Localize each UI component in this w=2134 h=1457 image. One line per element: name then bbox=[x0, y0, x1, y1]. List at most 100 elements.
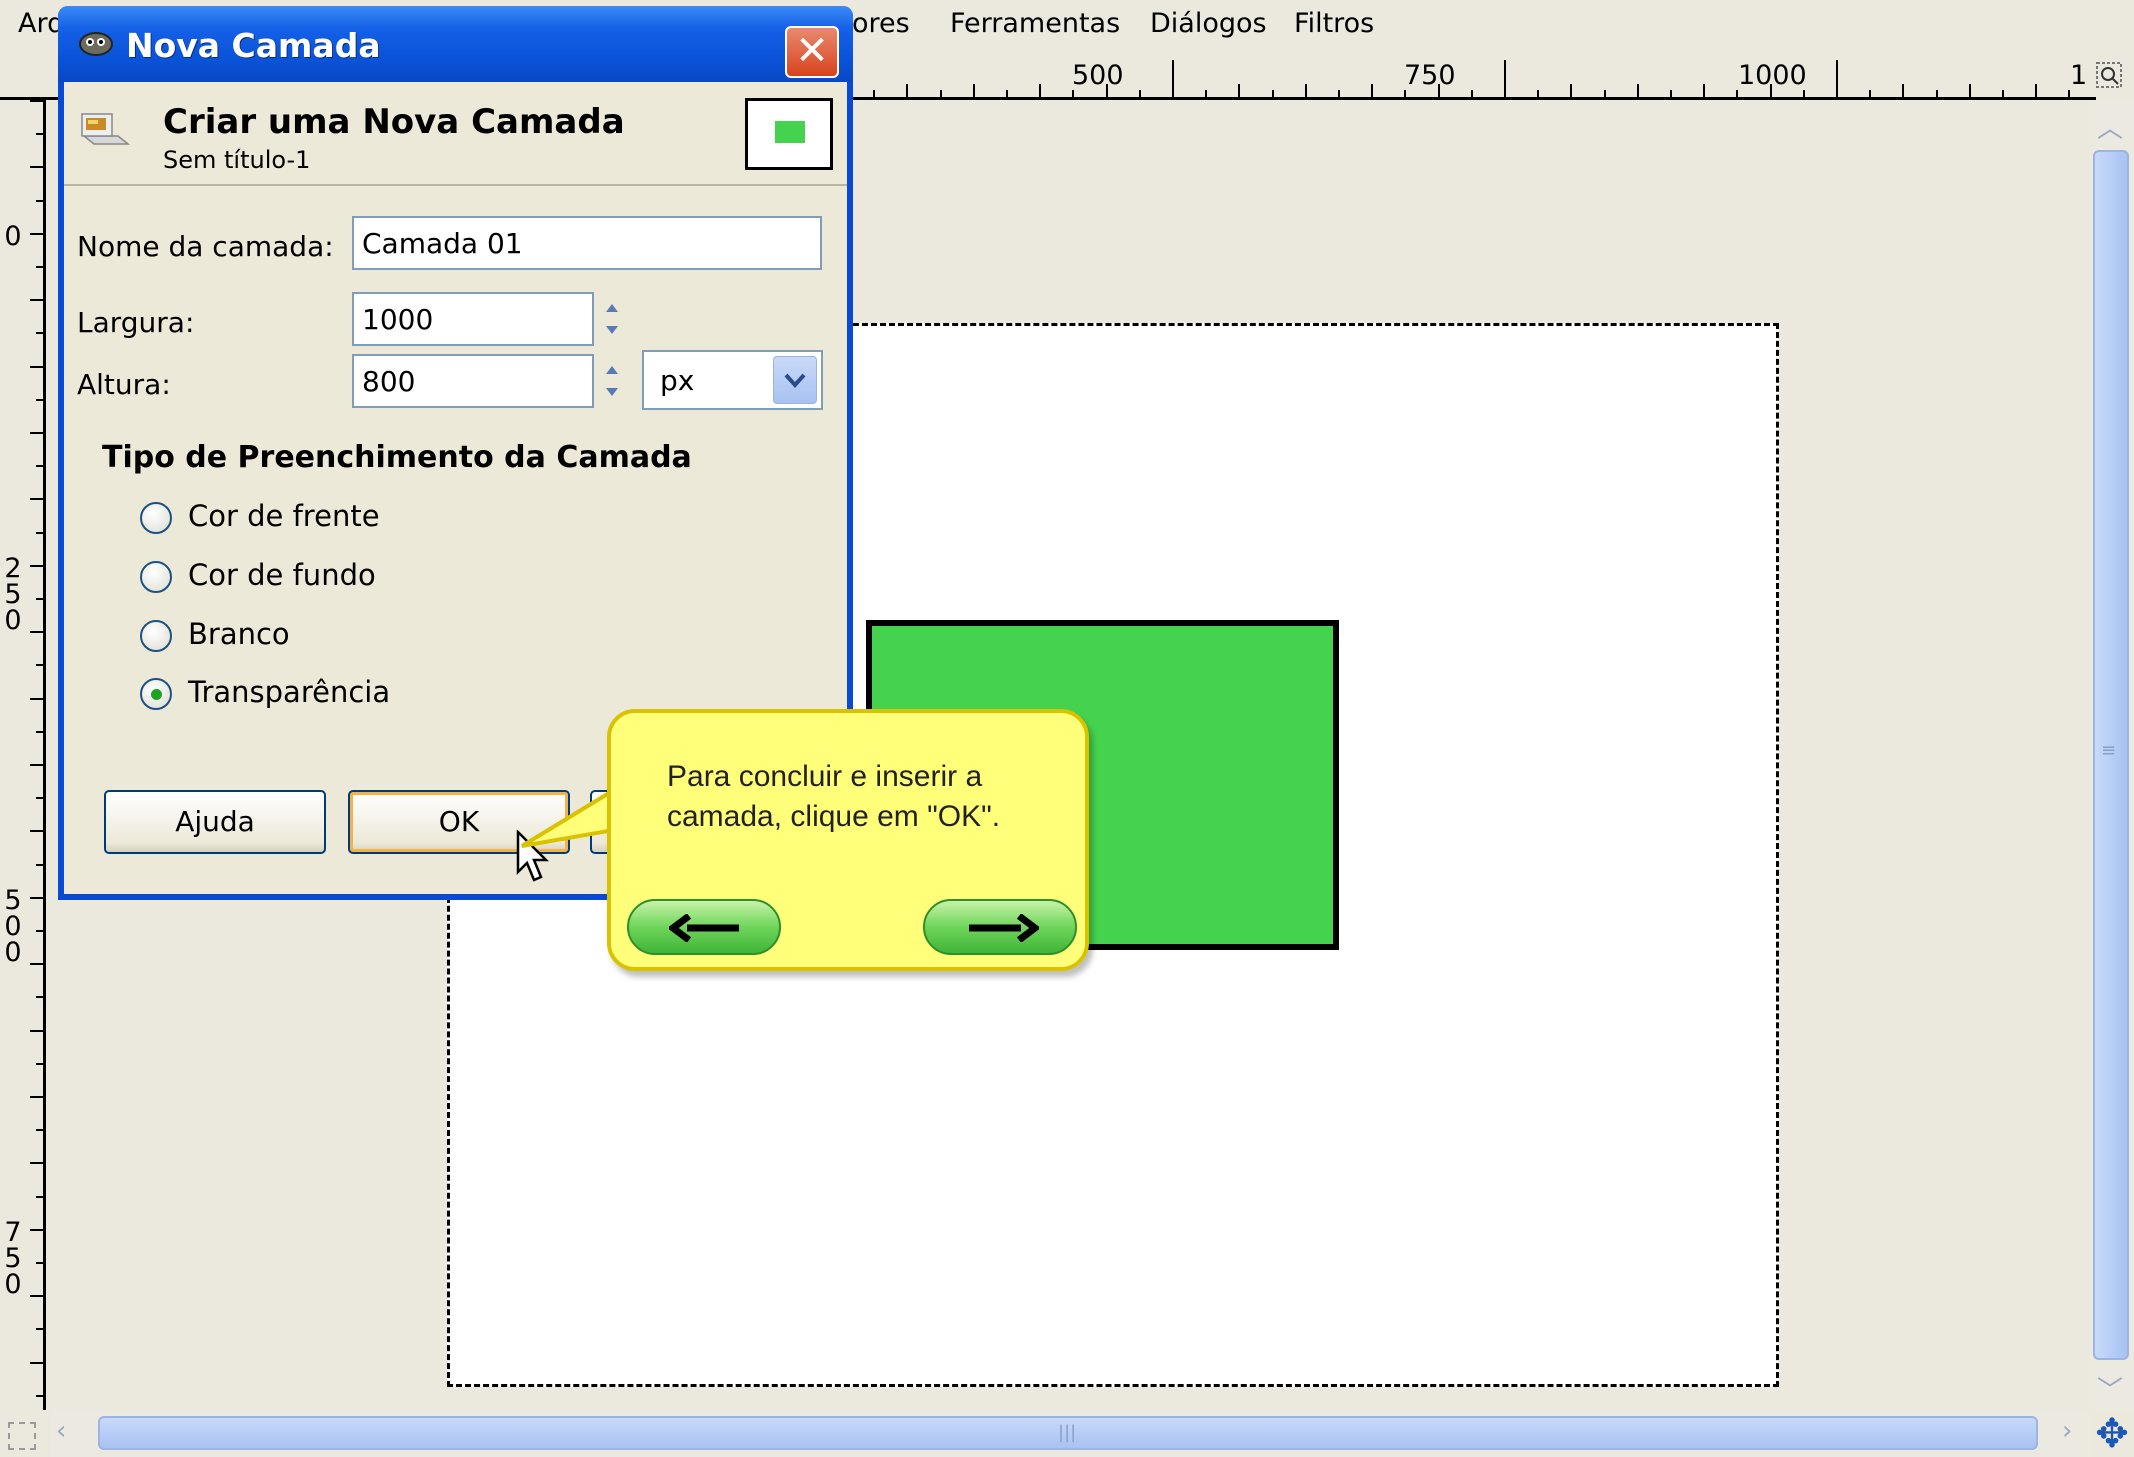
radio-label: Branco bbox=[188, 617, 290, 651]
ruler-tick bbox=[1537, 90, 1539, 100]
ruler-tick bbox=[1305, 84, 1307, 100]
width-label: Largura: bbox=[77, 306, 195, 339]
ruler-label-1000: 1000 bbox=[1738, 60, 1807, 91]
ruler-tick bbox=[1006, 90, 1008, 100]
radio-selected-dot bbox=[151, 689, 162, 700]
ruler-tick bbox=[30, 1030, 46, 1032]
ruler-tick bbox=[30, 764, 46, 766]
ruler-tick bbox=[1936, 90, 1938, 100]
ruler-tick bbox=[1902, 84, 1904, 100]
grip-icon: ≡ bbox=[2101, 740, 2117, 761]
gimp-icon bbox=[79, 32, 113, 56]
radio-button[interactable] bbox=[140, 620, 172, 652]
menu-cores[interactable]: ores bbox=[852, 8, 910, 39]
unit-value: px bbox=[660, 364, 695, 397]
scroll-left-icon[interactable]: ‹ bbox=[56, 1416, 66, 1446]
ruler-tick bbox=[30, 1295, 46, 1297]
close-icon[interactable]: ✕ bbox=[785, 26, 839, 78]
height-label: Altura: bbox=[77, 368, 171, 401]
ruler-tick bbox=[30, 432, 46, 434]
ruler-tick bbox=[873, 90, 875, 100]
width-input[interactable] bbox=[352, 292, 594, 346]
ruler-tick bbox=[30, 1229, 46, 1231]
chevron-down-icon[interactable] bbox=[773, 356, 817, 404]
previous-step-button[interactable] bbox=[627, 899, 781, 955]
ruler-tick bbox=[36, 133, 46, 135]
ruler-tick bbox=[36, 1129, 46, 1131]
ruler-tick bbox=[973, 84, 975, 100]
ruler-tick bbox=[1371, 84, 1373, 100]
stepper-arrows-icon bbox=[606, 366, 618, 396]
ruler-tick bbox=[30, 698, 46, 700]
ruler-tick bbox=[36, 200, 46, 202]
ruler-tick bbox=[1039, 84, 1041, 100]
scroll-up-icon[interactable]: ︿ bbox=[2097, 108, 2123, 145]
ruler-tick bbox=[30, 366, 46, 368]
unit-select[interactable]: px bbox=[642, 350, 823, 410]
dialog-header: Criar uma Nova Camada Sem título-1 bbox=[64, 82, 847, 186]
menu-filtros[interactable]: Filtros bbox=[1294, 8, 1374, 39]
ruler-tick bbox=[30, 1362, 46, 1364]
layer-preview bbox=[745, 98, 833, 170]
scroll-down-icon[interactable]: ﹀ bbox=[2097, 1370, 2123, 1407]
ruler-tick bbox=[1338, 90, 1340, 100]
ruler-tick bbox=[36, 465, 46, 467]
ruler-tick bbox=[36, 1328, 46, 1330]
ruler-tick bbox=[36, 864, 46, 866]
ruler-tick bbox=[30, 897, 46, 899]
menu-ferramentas[interactable]: Ferramentas bbox=[950, 8, 1120, 39]
vertical-scrollbar[interactable]: ︿ ≡ ﹀ bbox=[2089, 100, 2134, 1410]
ruler-tick bbox=[36, 399, 46, 401]
ruler-tick bbox=[36, 996, 46, 998]
preview-swatch bbox=[775, 121, 805, 143]
ruler-tick bbox=[1836, 60, 1838, 100]
menu-dialogos[interactable]: Diálogos bbox=[1150, 8, 1267, 39]
help-button[interactable]: Ajuda bbox=[104, 790, 326, 854]
ruler-tick bbox=[36, 1395, 46, 1397]
height-input[interactable] bbox=[352, 354, 594, 408]
ruler-tick bbox=[1172, 60, 1174, 100]
ruler-tick bbox=[1969, 84, 1971, 100]
navigate-move-icon[interactable]: ✥ bbox=[2092, 1414, 2132, 1454]
height-stepper[interactable] bbox=[600, 354, 624, 408]
radio-button[interactable] bbox=[140, 561, 172, 593]
ruler-label-250: 2 5 0 bbox=[4, 553, 22, 636]
grip-icon: ||| bbox=[1058, 1422, 1077, 1443]
zoom-navigate-icon[interactable] bbox=[2094, 60, 2124, 90]
ruler-tick bbox=[1869, 90, 1871, 100]
ruler-tick bbox=[1139, 90, 1141, 100]
ruler-tick bbox=[36, 532, 46, 534]
ruler-tick bbox=[906, 84, 908, 100]
ruler-tick bbox=[36, 1196, 46, 1198]
ruler-tick bbox=[1471, 90, 1473, 100]
ruler-tick bbox=[30, 498, 46, 500]
quick-mask-icon[interactable] bbox=[8, 1422, 36, 1450]
vertical-ruler[interactable]: 0 2 5 0 5 0 0 7 5 0 bbox=[0, 100, 46, 1410]
ruler-tick bbox=[1670, 90, 1672, 100]
radio-button[interactable] bbox=[140, 502, 172, 534]
radio-label: Cor de frente bbox=[188, 499, 380, 533]
ruler-tick bbox=[36, 664, 46, 666]
scroll-right-icon[interactable]: › bbox=[2062, 1416, 2072, 1446]
ruler-tick bbox=[940, 90, 942, 100]
next-step-button[interactable] bbox=[923, 899, 1077, 955]
horizontal-scrollbar[interactable]: ‹ ||| › bbox=[50, 1410, 2089, 1457]
ruler-label-0: 0 bbox=[4, 221, 22, 252]
ruler-tick bbox=[1703, 84, 1705, 100]
radio-button[interactable] bbox=[140, 678, 172, 710]
tutorial-tooltip: Para concluir e inserir a camada, clique… bbox=[607, 709, 1089, 971]
ruler-tick bbox=[1072, 90, 1074, 100]
ruler-tick bbox=[1238, 84, 1240, 100]
header-subtitle: Sem título-1 bbox=[163, 146, 311, 174]
width-stepper[interactable] bbox=[600, 292, 624, 346]
stepper-arrows-icon bbox=[606, 304, 618, 334]
dialog-titlebar[interactable]: Nova Camada ✕ bbox=[58, 6, 853, 82]
layer-name-input[interactable] bbox=[352, 216, 822, 270]
layer-icon bbox=[81, 113, 131, 145]
ruler-tick bbox=[1803, 90, 1805, 100]
ruler-label-750v: 7 5 0 bbox=[4, 1217, 22, 1300]
ruler-tick bbox=[30, 299, 46, 301]
balloon-pointer bbox=[520, 786, 616, 848]
ruler-tick bbox=[36, 797, 46, 799]
ruler-tick bbox=[36, 266, 46, 268]
